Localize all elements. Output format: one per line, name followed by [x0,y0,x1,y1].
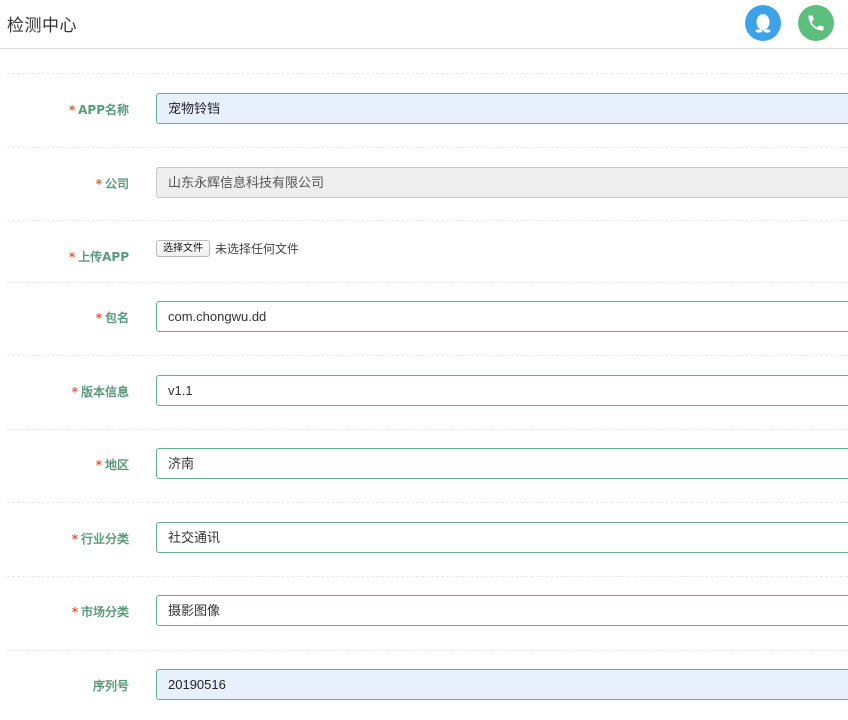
page-header: 检测中心 [0,0,848,49]
version-label: * 版本信息 [7,383,129,400]
market-label-text: 市场分类 [80,605,129,619]
required-mark: * [95,458,102,472]
choose-file-button[interactable]: 选择文件 [156,240,210,257]
page-title: 检测中心 [7,16,77,36]
region-label: * 地区 [7,456,129,473]
company-label: * 公司 [7,175,129,192]
package-label-text: 包名 [104,311,129,325]
company-label-text: 公司 [104,177,129,191]
app-name-input[interactable]: 宠物铃铛 [156,93,848,124]
required-mark: * [95,177,102,191]
row-divider [7,282,848,283]
industry-label: * 行业分类 [7,530,129,547]
serial-label-text: 序列号 [92,679,129,693]
phone-contact-button[interactable] [798,5,834,41]
region-label-text: 地区 [104,458,129,472]
package-input[interactable]: com.chongwu.dd [156,301,848,332]
phone-icon [808,15,824,31]
row-divider [7,147,848,148]
required-mark: * [71,532,78,546]
row-divider [7,73,848,74]
qq-penguin-icon [755,14,771,33]
version-input[interactable]: v1.1 [156,375,848,406]
market-label: * 市场分类 [7,603,129,620]
serial-label: 序列号 [7,677,129,694]
industry-label-text: 行业分类 [80,532,129,546]
upload-label-text: 上传APP [78,250,129,264]
row-divider [7,220,848,221]
company-input[interactable]: 山东永辉信息科技有限公司 [156,167,848,198]
app-name-label-text: APP名称 [78,103,129,117]
serial-input[interactable]: 20190516 [156,669,848,700]
app-name-label: * APP名称 [7,101,129,118]
required-mark: * [71,605,78,619]
qq-contact-button[interactable] [745,5,781,41]
required-mark: * [68,103,76,117]
upload-label: * 上传APP [7,248,129,265]
market-select[interactable]: 摄影图像 [156,595,848,626]
version-label-text: 版本信息 [80,385,129,399]
row-divider [7,650,848,651]
industry-select[interactable]: 社交通讯 [156,522,848,553]
row-divider [7,429,848,430]
row-divider [7,355,848,356]
row-divider [7,502,848,503]
region-input[interactable]: 济南 [156,448,848,479]
package-label: * 包名 [7,309,129,326]
row-divider [7,576,848,577]
file-status-text: 未选择任何文件 [215,242,300,256]
required-mark: * [95,311,102,325]
required-mark: * [71,385,78,399]
required-mark: * [68,250,76,264]
